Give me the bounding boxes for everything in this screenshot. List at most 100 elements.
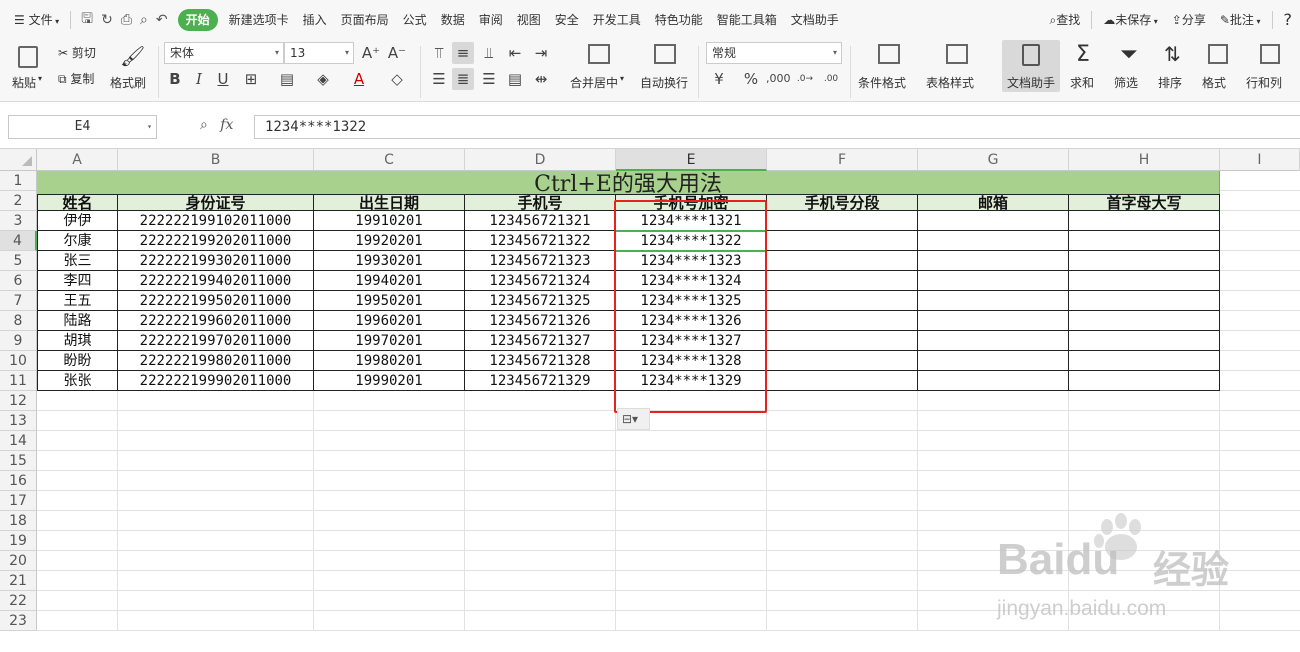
tab-13[interactable]: 文档助手 bbox=[784, 9, 846, 31]
align-middle-icon[interactable]: ≡ bbox=[452, 42, 474, 64]
header-cell[interactable]: 邮箱 bbox=[918, 194, 1069, 211]
row-header-14[interactable]: 14 bbox=[0, 431, 37, 451]
data-cell[interactable] bbox=[767, 211, 918, 231]
cut-button[interactable]: ✂ 剪切 bbox=[58, 44, 96, 61]
row-header-5[interactable]: 5 bbox=[0, 251, 37, 271]
tab-11[interactable]: 特色功能 bbox=[648, 9, 710, 31]
align-bottom-icon[interactable]: ⫫ bbox=[478, 42, 500, 64]
font-color-icon[interactable]: A bbox=[348, 68, 370, 90]
bold-button[interactable]: B bbox=[164, 68, 186, 90]
row-header-3[interactable]: 3 bbox=[0, 211, 37, 231]
data-cell[interactable] bbox=[918, 371, 1069, 391]
data-cell[interactable]: 19920201 bbox=[314, 231, 465, 251]
filter-button[interactable]: ⏷ 筛选 bbox=[1114, 42, 1148, 94]
data-cell[interactable] bbox=[918, 331, 1069, 351]
row-header-12[interactable]: 12 bbox=[0, 391, 37, 411]
tab-8[interactable]: 视图 bbox=[510, 9, 548, 31]
data-cell[interactable]: 222222199202011000 bbox=[118, 231, 314, 251]
grow-font-button[interactable]: A⁺ bbox=[360, 42, 382, 64]
column-header-h[interactable]: H bbox=[1069, 149, 1220, 171]
row-header-20[interactable]: 20 bbox=[0, 551, 37, 571]
data-cell[interactable]: 222222199502011000 bbox=[118, 291, 314, 311]
row-header-17[interactable]: 17 bbox=[0, 491, 37, 511]
name-box[interactable]: E4 ▾ bbox=[8, 115, 157, 139]
column-header-e[interactable]: E bbox=[616, 149, 767, 171]
row-header-19[interactable]: 19 bbox=[0, 531, 37, 551]
increase-decimal-icon[interactable]: .0→ bbox=[794, 68, 816, 90]
data-cell[interactable] bbox=[767, 271, 918, 291]
decrease-decimal-icon[interactable]: .00 bbox=[820, 68, 842, 90]
doc-helper-button[interactable]: 文档助手 bbox=[1002, 40, 1060, 92]
data-cell[interactable]: 222222199802011000 bbox=[118, 351, 314, 371]
data-cell[interactable] bbox=[1069, 271, 1220, 291]
zoom-icon[interactable]: ⌕ bbox=[200, 117, 208, 133]
flash-fill-options-icon[interactable]: ⊟▾ bbox=[617, 408, 650, 430]
distributed-icon[interactable]: ⇹ bbox=[530, 68, 552, 90]
data-cell[interactable] bbox=[918, 251, 1069, 271]
data-cell[interactable] bbox=[767, 371, 918, 391]
data-cell[interactable]: 222222199602011000 bbox=[118, 311, 314, 331]
data-cell[interactable]: 123456721323 bbox=[465, 251, 616, 271]
data-cell[interactable]: 222222199702011000 bbox=[118, 331, 314, 351]
data-cell[interactable]: 123456721327 bbox=[465, 331, 616, 351]
data-cell[interactable]: 19910201 bbox=[314, 211, 465, 231]
tab-3[interactable]: 插入 bbox=[296, 9, 334, 31]
align-left-icon[interactable]: ☰ bbox=[428, 68, 450, 90]
number-format-select[interactable]: 常规 ▾ bbox=[706, 42, 842, 64]
help-button[interactable]: ? bbox=[1277, 9, 1300, 31]
indent-increase-icon[interactable]: ⇥ bbox=[530, 42, 552, 64]
data-cell[interactable] bbox=[918, 271, 1069, 291]
row-header-7[interactable]: 7 bbox=[0, 291, 37, 311]
row-header-15[interactable]: 15 bbox=[0, 451, 37, 471]
data-cell[interactable] bbox=[1069, 291, 1220, 311]
conditional-format-button[interactable]: 条件格式 bbox=[858, 42, 920, 94]
data-cell[interactable]: 222222199302011000 bbox=[118, 251, 314, 271]
column-header-c[interactable]: C bbox=[314, 149, 465, 171]
column-header-i[interactable]: I bbox=[1220, 149, 1300, 171]
fill-color-icon[interactable]: ◈ bbox=[312, 68, 334, 90]
row-header-1[interactable]: 1 bbox=[0, 171, 37, 191]
data-cell[interactable]: 尔康 bbox=[37, 231, 118, 251]
row-header-21[interactable]: 21 bbox=[0, 571, 37, 591]
data-cell[interactable] bbox=[767, 291, 918, 311]
wrap-text-button[interactable]: 自动换行 bbox=[640, 42, 692, 94]
data-cell[interactable]: 222222199902011000 bbox=[118, 371, 314, 391]
row-header-8[interactable]: 8 bbox=[0, 311, 37, 331]
search-button[interactable]: ⌕查找 bbox=[1042, 9, 1087, 31]
borders-icon[interactable]: ⊞ bbox=[240, 68, 262, 90]
unsaved-status[interactable]: ☁未保存 ▾ bbox=[1096, 9, 1165, 31]
data-cell[interactable]: 123456721321 bbox=[465, 211, 616, 231]
data-cell[interactable] bbox=[918, 291, 1069, 311]
data-cell[interactable]: 19960201 bbox=[314, 311, 465, 331]
data-cell[interactable]: 123456721325 bbox=[465, 291, 616, 311]
data-cell[interactable]: 李四 bbox=[37, 271, 118, 291]
tab-5[interactable]: 公式 bbox=[396, 9, 434, 31]
data-cell[interactable] bbox=[1069, 211, 1220, 231]
header-cell[interactable]: 手机号 bbox=[465, 194, 616, 211]
data-cell[interactable]: 陆路 bbox=[37, 311, 118, 331]
tab-10[interactable]: 开发工具 bbox=[586, 9, 648, 31]
data-cell[interactable] bbox=[1069, 371, 1220, 391]
share-button[interactable]: ⇪分享 bbox=[1165, 9, 1213, 31]
data-cell[interactable] bbox=[918, 311, 1069, 331]
thousands-icon[interactable]: ,000 bbox=[766, 68, 791, 90]
data-cell[interactable] bbox=[1069, 351, 1220, 371]
shrink-font-button[interactable]: A⁻ bbox=[386, 42, 408, 64]
column-header-f[interactable]: F bbox=[767, 149, 918, 171]
format-painter-button[interactable]: 🖌 格式刷 bbox=[110, 44, 150, 94]
data-cell[interactable]: 222222199102011000 bbox=[118, 211, 314, 231]
data-cell[interactable]: 19930201 bbox=[314, 251, 465, 271]
data-cell[interactable]: 胡琪 bbox=[37, 331, 118, 351]
row-header-23[interactable]: 23 bbox=[0, 611, 37, 631]
percent-button[interactable]: % bbox=[740, 68, 762, 90]
data-cell[interactable]: 123456721329 bbox=[465, 371, 616, 391]
data-cell[interactable]: 123456721326 bbox=[465, 311, 616, 331]
undo-icon[interactable]: ↶ bbox=[156, 12, 168, 28]
tab-4[interactable]: 页面布局 bbox=[334, 9, 396, 31]
tab-6[interactable]: 数据 bbox=[434, 9, 472, 31]
data-cell[interactable] bbox=[767, 231, 918, 251]
tab-2[interactable]: 新建选项卡 bbox=[222, 9, 296, 31]
sum-button[interactable]: Σ 求和 bbox=[1070, 42, 1104, 94]
data-cell[interactable] bbox=[1069, 231, 1220, 251]
data-cell[interactable]: 123456721328 bbox=[465, 351, 616, 371]
